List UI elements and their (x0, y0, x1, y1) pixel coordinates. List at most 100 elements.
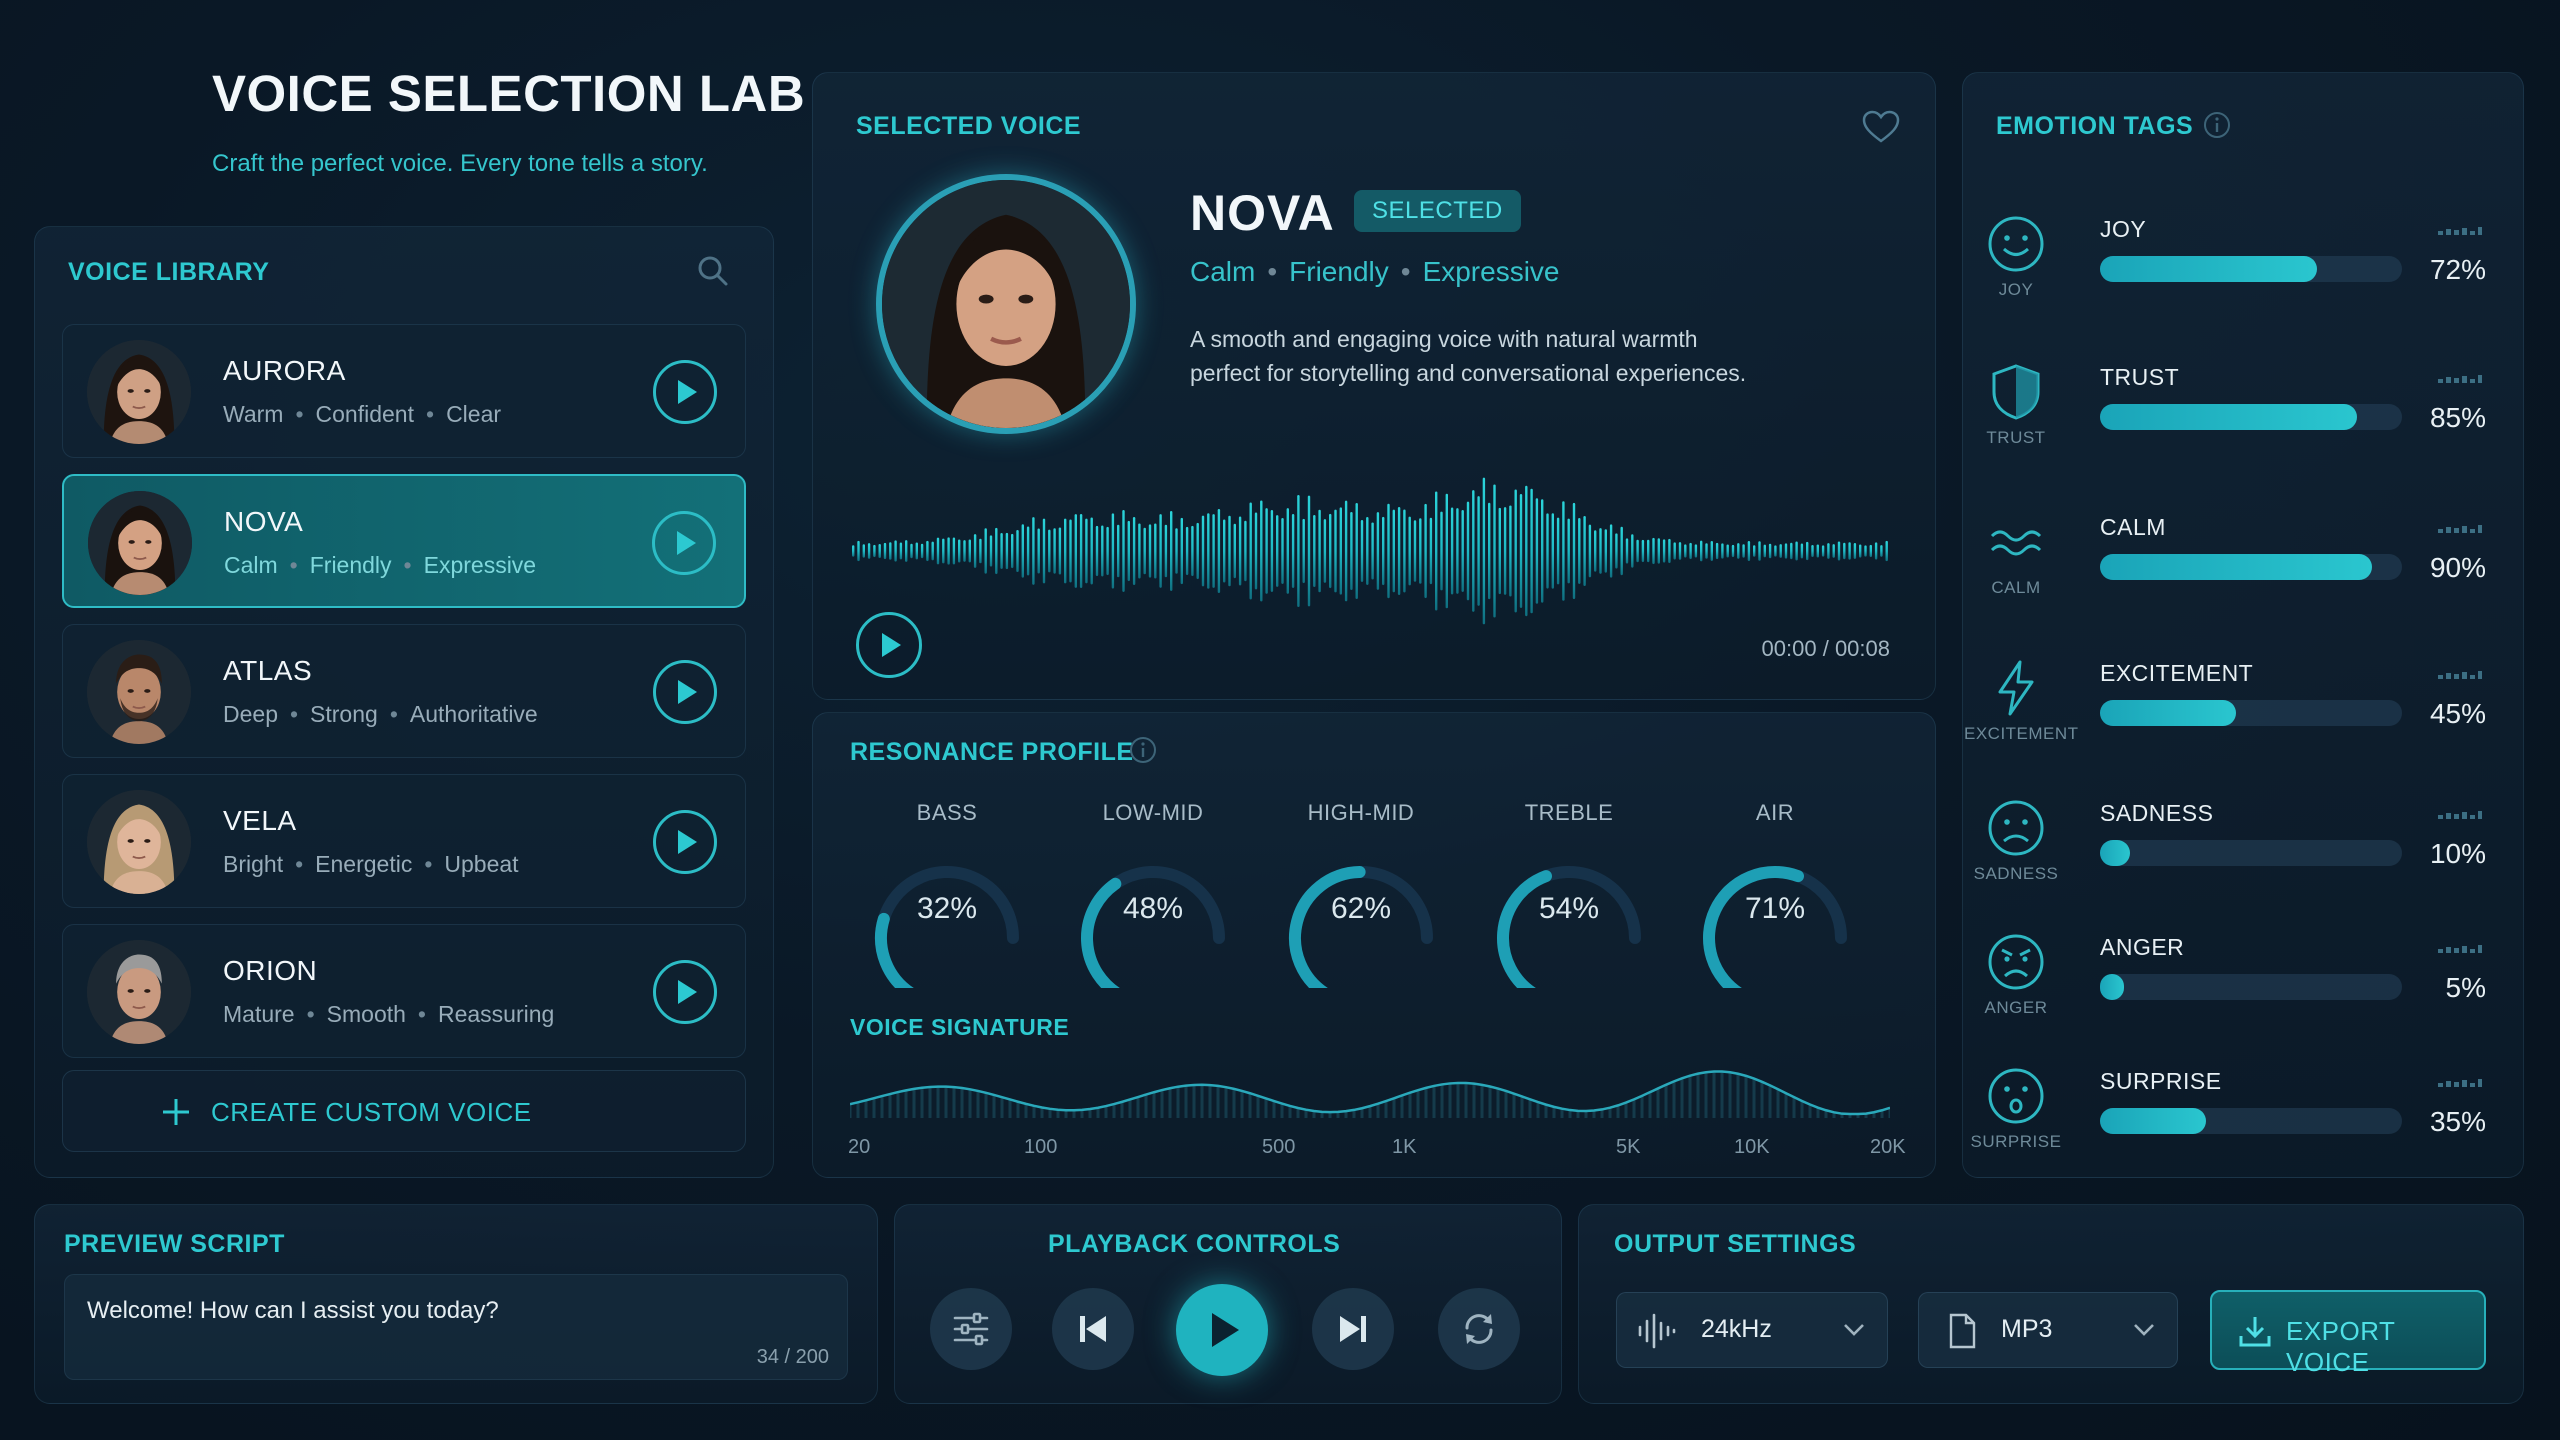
waveform-bar (910, 543, 913, 559)
waveform-bar (1191, 525, 1194, 577)
voice-card-atlas[interactable]: ATLAS Deep • Strong • Authoritative (62, 624, 746, 758)
waveform-bar (1350, 511, 1353, 591)
emotion-percent: 5% (2445, 972, 2486, 1003)
waveform-bar (1694, 544, 1698, 558)
waveform-bar (1048, 529, 1051, 573)
waveform-bar (1721, 543, 1724, 559)
waveform-bar (1493, 484, 1496, 618)
skip-forward-icon (1340, 1316, 1366, 1342)
emotion-bar (2100, 1108, 2402, 1134)
voice-tag: Clear (446, 401, 502, 427)
equalizer-button[interactable] (930, 1288, 1012, 1370)
mini-bars-icon (2438, 525, 2482, 533)
description-line: perfect for storytelling and conversatio… (1190, 360, 1747, 386)
waveform-bar (1344, 500, 1348, 602)
emotion-percent: 10% (2429, 838, 2486, 869)
waveform-bar (1366, 517, 1369, 585)
emotion-row-sadness[interactable]: SADNESS SADNESS 10% (1974, 792, 2496, 938)
waveform-bar (973, 534, 977, 568)
previous-button[interactable] (1052, 1288, 1134, 1370)
voice-tag: Smooth (326, 1001, 406, 1027)
emotion-row-excitement[interactable]: EXCITEMENT EXCITEMENT 45% (1964, 652, 2496, 798)
waveform-bar (1435, 491, 1438, 611)
emotion-bar-fill (2100, 700, 2236, 726)
sample-rate-select[interactable]: 24kHz (1616, 1292, 1888, 1368)
emotion-bar-fill (2100, 404, 2357, 430)
gauge-label: LOW-MID (1102, 800, 1204, 825)
waveform-bar (883, 542, 887, 560)
waveform-bar (1042, 518, 1046, 584)
waveform-bar (1175, 528, 1178, 574)
info-icon[interactable] (1128, 735, 1158, 765)
voice-play-button[interactable] (653, 660, 717, 724)
frequency-tick-label: 20 (848, 1136, 871, 1158)
emotion-row-surprise[interactable]: SURPRISE SURPRISE 35% (1971, 1060, 2496, 1206)
format-value: MP3 (2001, 1315, 2053, 1343)
search-icon[interactable] (696, 254, 730, 288)
emotion-icon-label: CALM (1991, 578, 2041, 597)
voice-play-button[interactable] (653, 360, 717, 424)
waveform-bar (1535, 498, 1539, 604)
waveform-bar (1329, 513, 1332, 589)
waveform-bar (1297, 494, 1300, 608)
waveform-bar (1053, 528, 1056, 574)
gauge-treble: TREBLE 54% (1484, 800, 1654, 1002)
main-play-button[interactable] (1176, 1284, 1268, 1376)
emotion-row-calm[interactable]: CALM CALM 90% (1986, 506, 2496, 652)
emotion-tags-title: EMOTION TAGS (1996, 112, 2194, 140)
waveform-bar (1731, 544, 1735, 558)
heart-icon[interactable] (1862, 110, 1900, 144)
waveform-bar (1456, 508, 1459, 594)
voice-play-button[interactable] (652, 511, 716, 575)
waveform-bar (936, 537, 940, 565)
emotion-icon-label: SURPRISE (1970, 1132, 2062, 1151)
emotion-bar-fill (2100, 974, 2125, 1000)
emotion-row-joy[interactable]: JOY JOY 72% (1986, 208, 2496, 354)
play-icon (678, 380, 697, 404)
voice-card-aurora[interactable]: AURORA Warm • Confident • Clear (62, 324, 746, 458)
emotion-row-trust[interactable]: TRUST TRUST 85% (1986, 356, 2496, 502)
voice-play-button[interactable] (653, 960, 717, 1024)
waveform-bar (1859, 544, 1862, 558)
gauge-bass: BASS 32% (862, 800, 1032, 1002)
voice-avatar (87, 340, 191, 444)
voice-name: VELA (223, 805, 297, 836)
waveform-bar (1742, 544, 1745, 558)
voice-tag: Calm (224, 552, 278, 578)
format-select[interactable]: MP3 (1918, 1292, 2178, 1368)
waveform-bar (1816, 544, 1819, 558)
create-custom-voice-button[interactable]: CREATE CUSTOM VOICE (62, 1070, 746, 1152)
preview-script-input[interactable]: Welcome! How can I assist you today? 34 … (64, 1274, 848, 1380)
voice-card-vela[interactable]: VELA Bright • Energetic • Upbeat (62, 774, 746, 908)
voice-tag: Energetic (315, 851, 413, 877)
emotion-row-anger[interactable]: ANGER ANGER 5% (1985, 926, 2496, 1072)
waveform-bar (1509, 505, 1512, 597)
info-icon[interactable] (2202, 110, 2232, 140)
waveform-bar (1864, 545, 1867, 557)
gauge-value: 32% (916, 892, 978, 925)
gauge-value: 54% (1538, 892, 1600, 925)
selected-voice-name: NOVA (1190, 185, 1335, 241)
preview-play-button[interactable] (856, 612, 922, 678)
waveform-bar (1201, 515, 1205, 587)
export-voice-button[interactable]: EXPORT VOICE (2210, 1290, 2486, 1377)
waveform-bar (1270, 510, 1274, 592)
play-icon (678, 980, 697, 1004)
voice-avatar (87, 940, 191, 1044)
waveform-bar (1758, 541, 1761, 561)
waveform-bar (857, 540, 860, 562)
next-button[interactable] (1312, 1288, 1394, 1370)
waveform-bar (1880, 545, 1883, 557)
voice-play-button[interactable] (653, 810, 717, 874)
voice-card-nova[interactable]: NOVA Calm • Friendly • Expressive (62, 474, 746, 608)
emotion-name: JOY (2100, 216, 2147, 242)
voice-tags: Bright • Energetic • Upbeat (223, 851, 519, 877)
voice-card-orion[interactable]: ORION Mature • Smooth • Reassuring (62, 924, 746, 1058)
loop-button[interactable] (1438, 1288, 1520, 1370)
voice-avatar (88, 491, 192, 595)
selected-voice-title: SELECTED VOICE (856, 112, 1082, 140)
waveform-bar (1244, 520, 1247, 582)
emotion-percent: 85% (2429, 402, 2486, 433)
waveform-bar (1413, 520, 1417, 582)
gauge-label: HIGH-MID (1307, 800, 1415, 825)
